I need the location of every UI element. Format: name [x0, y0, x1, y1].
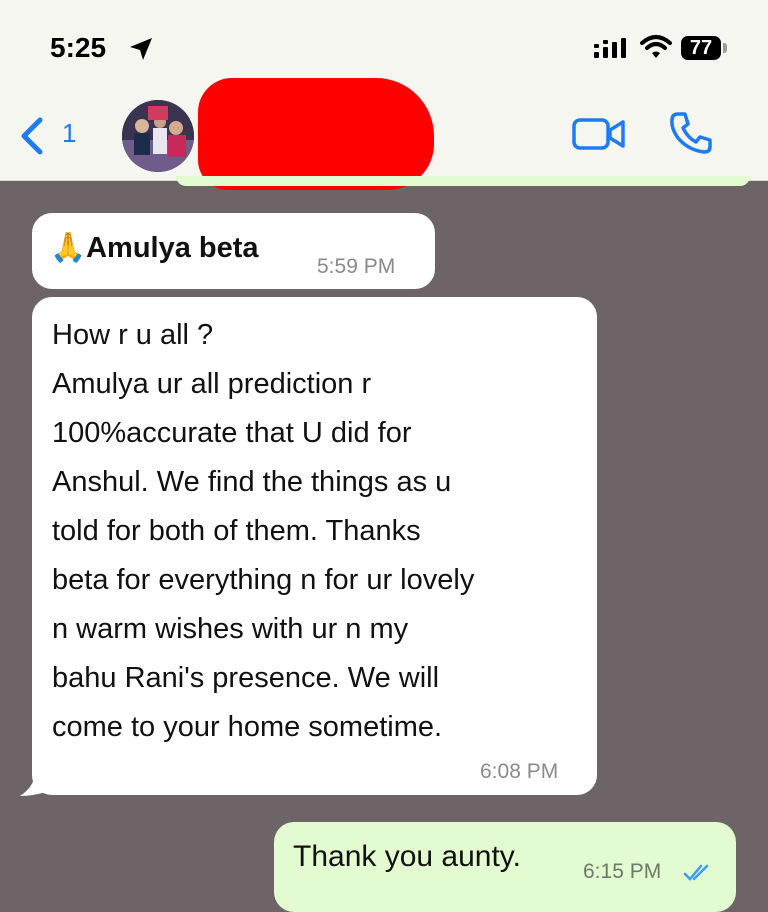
message-text: How r u all ? Amulya ur all prediction r…: [52, 319, 475, 743]
message-text: Thank you aunty.: [293, 840, 521, 873]
status-time: 5:25: [50, 32, 107, 63]
bubble-tail: [20, 778, 46, 796]
signal-icon: [594, 38, 626, 58]
redacted-contact-name: [198, 78, 434, 190]
message-text-content: Amulya beta: [86, 232, 259, 264]
battery-tip: [723, 43, 727, 53]
wifi-icon: [640, 35, 672, 58]
unread-count[interactable]: 1: [62, 118, 76, 149]
read-receipt-icon: [683, 864, 709, 881]
back-chevron-icon[interactable]: [16, 116, 46, 156]
location-arrow-icon: [130, 38, 152, 60]
video-call-icon[interactable]: [572, 117, 626, 151]
battery-indicator: 77: [681, 36, 721, 60]
battery-level: 77: [689, 36, 713, 59]
folded-hands-emoji: 🙏: [50, 232, 87, 264]
message-text: 🙏Amulya beta: [50, 231, 259, 265]
avatar[interactable]: [122, 100, 194, 172]
message-time: 6:15 PM: [583, 860, 662, 883]
phone-call-icon[interactable]: [668, 110, 714, 156]
previous-message-edge: [176, 176, 750, 186]
incoming-message[interactable]: 🙏Amulya beta 5:59 PM: [32, 213, 435, 289]
message-time: 5:59 PM: [317, 255, 396, 278]
outgoing-message[interactable]: Thank you aunty. 6:15 PM: [274, 822, 736, 912]
message-time: 6:08 PM: [480, 760, 559, 783]
incoming-message[interactable]: How r u all ? Amulya ur all prediction r…: [32, 297, 597, 795]
chat-header: 5:25 77 1: [0, 0, 768, 190]
